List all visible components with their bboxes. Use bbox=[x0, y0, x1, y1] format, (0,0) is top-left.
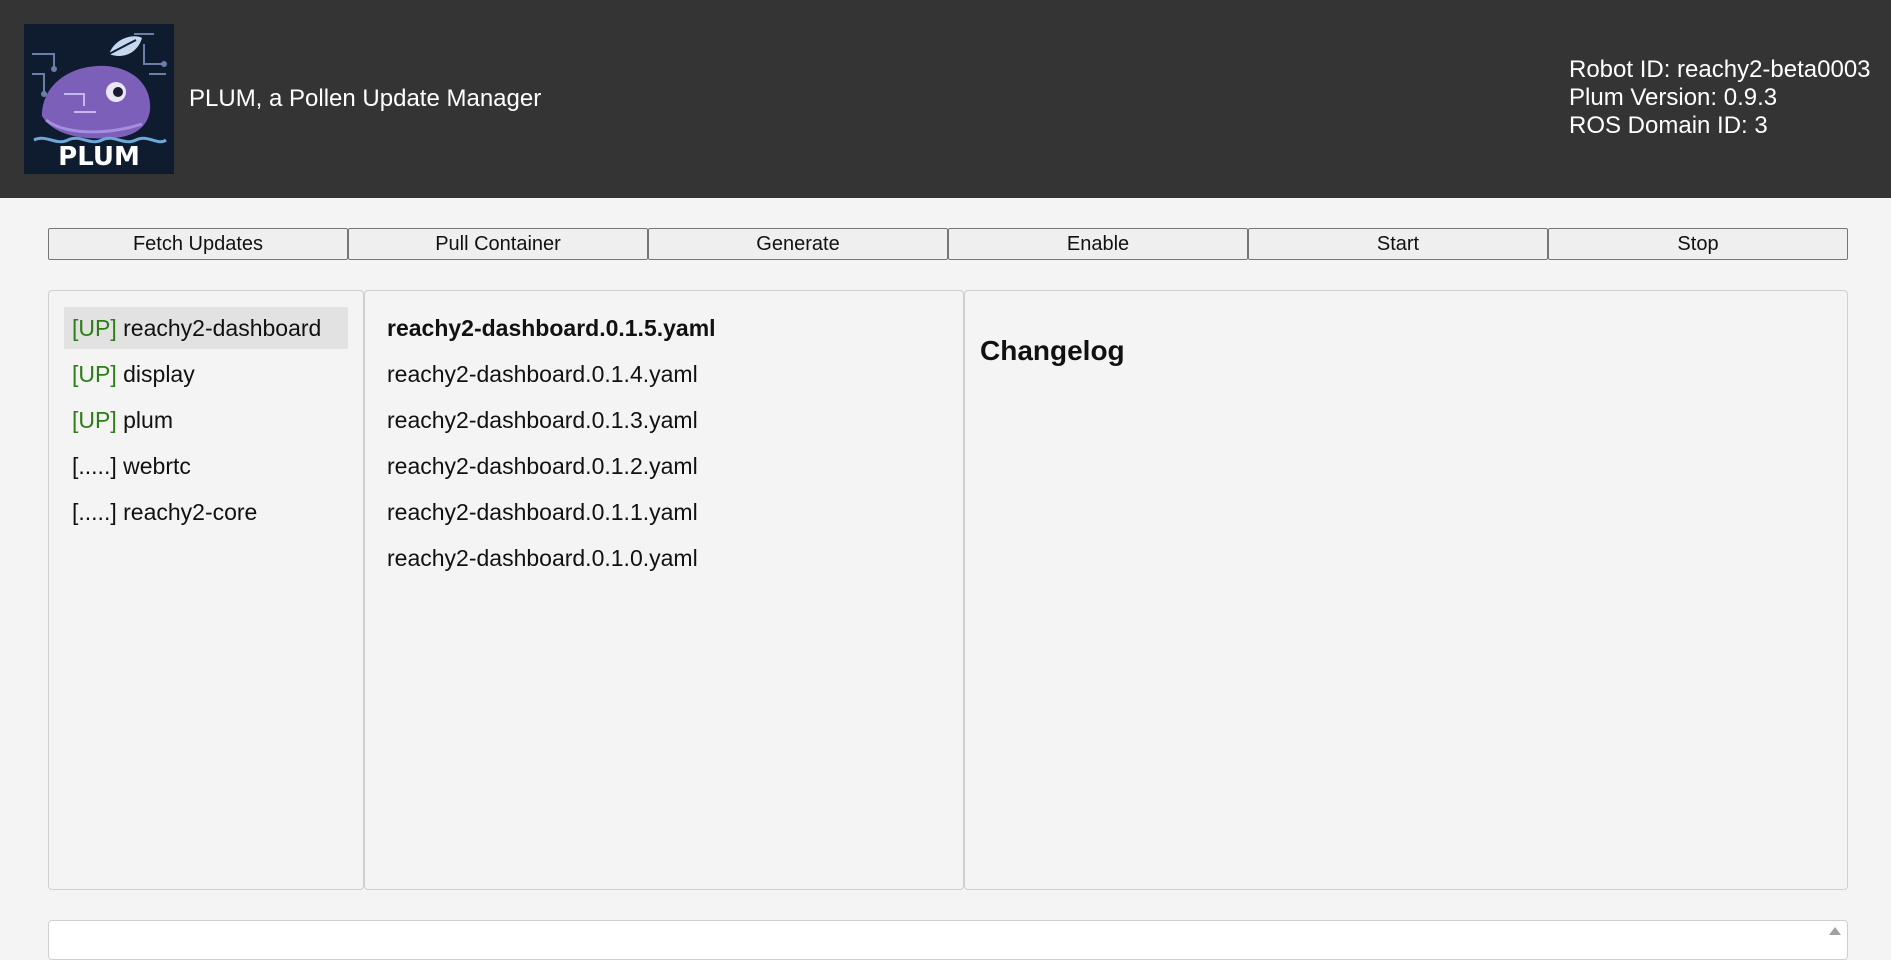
toolbar: Fetch Updates Pull Container Generate En… bbox=[48, 228, 1848, 260]
changelog-panel: Changelog bbox=[964, 290, 1848, 890]
service-status: [UP] bbox=[72, 315, 117, 341]
app-title: PLUM, a Pollen Update Manager bbox=[189, 85, 542, 112]
service-item-display[interactable]: [UP] display bbox=[64, 353, 348, 395]
generate-button[interactable]: Generate bbox=[648, 228, 948, 260]
service-item-reachy2-core[interactable]: [.....] reachy2-core bbox=[64, 491, 348, 533]
versions-panel: reachy2-dashboard.0.1.5.yaml reachy2-das… bbox=[364, 290, 964, 890]
enable-button[interactable]: Enable bbox=[948, 228, 1248, 260]
version-item[interactable]: reachy2-dashboard.0.1.4.yaml bbox=[387, 353, 941, 399]
service-status: [.....] bbox=[72, 453, 117, 479]
version-item[interactable]: reachy2-dashboard.0.1.3.yaml bbox=[387, 399, 941, 445]
plum-logo: PLUM bbox=[24, 24, 174, 174]
service-item-webrtc[interactable]: [.....] webrtc bbox=[64, 445, 348, 487]
pull-container-button[interactable]: Pull Container bbox=[348, 228, 648, 260]
service-item-reachy2-dashboard[interactable]: [UP] reachy2-dashboard bbox=[64, 307, 348, 349]
version-item[interactable]: reachy2-dashboard.0.1.1.yaml bbox=[387, 491, 941, 537]
service-status: [UP] bbox=[72, 361, 117, 387]
start-button[interactable]: Start bbox=[1248, 228, 1548, 260]
service-name: display bbox=[123, 361, 195, 387]
version-item[interactable]: reachy2-dashboard.0.1.0.yaml bbox=[387, 537, 941, 583]
service-status: [UP] bbox=[72, 407, 117, 433]
svg-text:PLUM: PLUM bbox=[58, 142, 140, 172]
plum-whale-logo-icon: PLUM bbox=[24, 24, 174, 174]
fetch-updates-button[interactable]: Fetch Updates bbox=[48, 228, 348, 260]
service-name: webrtc bbox=[123, 453, 191, 479]
stop-button[interactable]: Stop bbox=[1548, 228, 1848, 260]
service-item-plum[interactable]: [UP] plum bbox=[64, 399, 348, 441]
service-name: reachy2-dashboard bbox=[123, 315, 322, 341]
version-item[interactable]: reachy2-dashboard.0.1.2.yaml bbox=[387, 445, 941, 491]
scroll-up-arrow-icon[interactable] bbox=[1829, 927, 1841, 935]
changelog-title: Changelog bbox=[980, 335, 1125, 366]
ros-domain-id-label: ROS Domain ID: 3 bbox=[1569, 112, 1768, 139]
service-name: plum bbox=[123, 407, 173, 433]
log-panel[interactable] bbox=[48, 920, 1848, 960]
plum-version-label: Plum Version: 0.9.3 bbox=[1569, 84, 1778, 111]
version-item-current[interactable]: reachy2-dashboard.0.1.5.yaml bbox=[387, 307, 941, 353]
services-panel: [UP] reachy2-dashboard [UP] display [UP]… bbox=[48, 290, 364, 890]
robot-id-label: Robot ID: reachy2-beta0003 bbox=[1569, 56, 1871, 83]
robot-info: Robot ID: reachy2-beta0003 Plum Version:… bbox=[1569, 56, 1871, 140]
header: PLUM PLUM, a Pollen Update Manager Robot… bbox=[0, 0, 1891, 198]
service-name: reachy2-core bbox=[123, 499, 258, 525]
service-status: [.....] bbox=[72, 499, 117, 525]
